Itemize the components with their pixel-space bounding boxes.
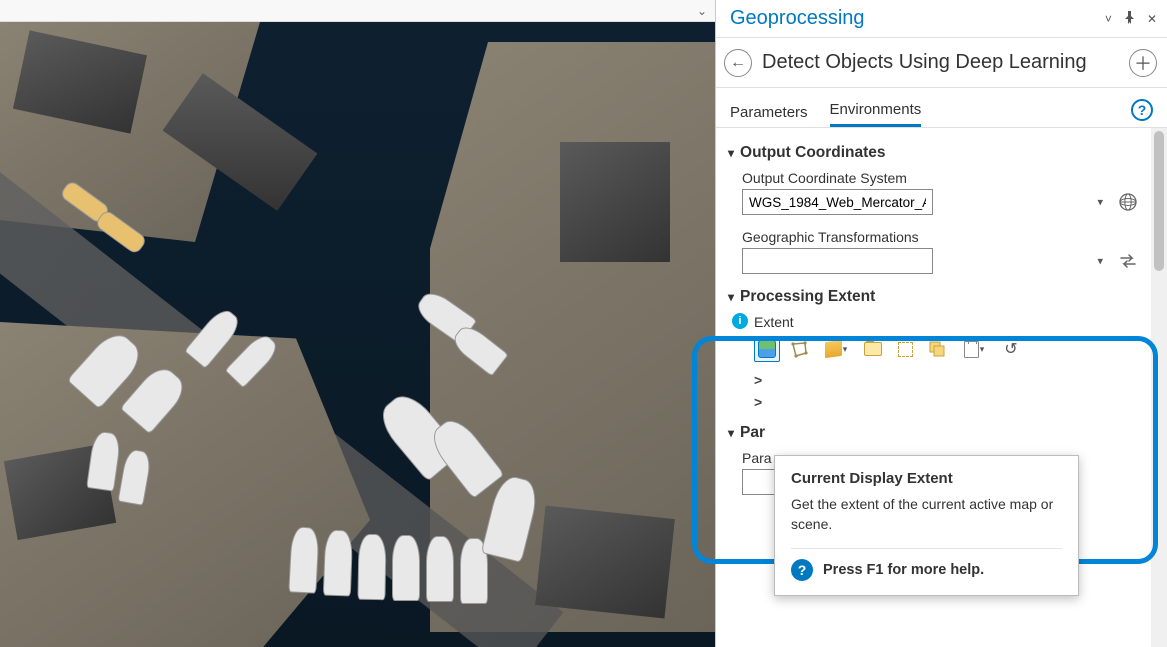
add-button[interactable]: ＋ (1129, 49, 1157, 77)
extent-label: Extent (754, 314, 794, 330)
tab-parameters[interactable]: Parameters (730, 104, 808, 127)
chevron-down-icon: ▾ (843, 344, 848, 355)
transform-swap-icon[interactable] (1117, 250, 1139, 272)
scrollbar-thumb[interactable] (1154, 131, 1164, 271)
dropdown-caret-icon[interactable]: ▾ (1097, 255, 1103, 268)
section-parallel-label: Par (740, 424, 765, 442)
dropdown-caret-icon[interactable]: ▾ (1097, 196, 1103, 209)
chevron-right-icon: > (754, 372, 762, 388)
map-header: ⌄ (0, 0, 715, 22)
chevron-down-icon: ▾ (980, 344, 985, 355)
clipboard-extent-button[interactable]: ▾ (956, 336, 992, 362)
tooltip-body: Get the extent of the current active map… (791, 495, 1062, 534)
chevron-down-icon: ▾ (728, 290, 734, 304)
arrow-left-icon: ← (730, 54, 746, 72)
map-menu-chevron-icon[interactable]: ⌄ (697, 4, 707, 18)
section-processing-extent-label: Processing Extent (740, 288, 875, 306)
panel-collapse-icon[interactable]: ˅ (1105, 12, 1112, 26)
plus-icon: ＋ (1134, 50, 1152, 76)
geographic-transformations-input[interactable] (742, 248, 933, 274)
info-icon[interactable]: i (732, 313, 748, 329)
panel-pin-icon[interactable] (1124, 11, 1135, 27)
chevron-right-icon: > (754, 394, 762, 410)
map-viewport[interactable] (0, 22, 715, 647)
extent-toolbar: ▾ ▾ ↺ (754, 336, 1139, 362)
section-parallel[interactable]: ▾ Par (728, 424, 1139, 442)
map-viewport-container: ⌄ (0, 0, 715, 647)
undo-icon: ↺ (1004, 339, 1017, 359)
panel-title: Geoprocessing (730, 7, 1105, 30)
extent-of-layer-button[interactable]: ▾ (818, 336, 854, 362)
globe-icon[interactable] (1117, 191, 1139, 213)
help-icon[interactable]: ? (1131, 99, 1153, 121)
clipboard-icon (964, 341, 979, 358)
section-output-coordinates-label: Output Coordinates (740, 144, 886, 162)
draw-extent-button[interactable] (786, 336, 812, 362)
chevron-down-icon: ▾ (728, 426, 734, 440)
polygon-icon (791, 341, 808, 358)
vertical-scrollbar[interactable] (1151, 128, 1167, 647)
current-display-extent-button[interactable] (754, 336, 780, 362)
geoprocessing-panel: Geoprocessing ˅ ✕ ← Detect Objects Using… (715, 0, 1167, 647)
reset-extent-button[interactable]: ↺ (998, 336, 1024, 362)
section-processing-extent[interactable]: ▾ Processing Extent (728, 288, 1139, 306)
tooltip-title: Current Display Extent (791, 470, 1062, 487)
panel-close-icon[interactable]: ✕ (1147, 12, 1157, 26)
tabs: Parameters Environments ? (716, 88, 1167, 128)
union-icon (929, 341, 945, 357)
tool-header: ← Detect Objects Using Deep Learning ＋ (716, 38, 1167, 88)
panel-title-bar: Geoprocessing ˅ ✕ (716, 0, 1167, 38)
section-output-coordinates[interactable]: ▾ Output Coordinates (728, 144, 1139, 162)
extent-row-2[interactable]: > (754, 394, 1139, 410)
layer-icon (825, 340, 842, 358)
tab-environments[interactable]: Environments (830, 101, 922, 127)
output-coordinate-system-label: Output Coordinate System (742, 170, 1139, 186)
chevron-down-icon: ▾ (728, 146, 734, 160)
back-button[interactable]: ← (724, 49, 752, 77)
extent-row-1[interactable]: > (754, 372, 1139, 388)
folder-icon (864, 342, 882, 356)
tooltip: Current Display Extent Get the extent of… (774, 455, 1079, 596)
tool-name: Detect Objects Using Deep Learning (762, 51, 1119, 74)
geographic-transformations-label: Geographic Transformations (742, 229, 1139, 245)
help-question-icon: ? (791, 559, 813, 581)
display-extent-icon (758, 340, 776, 358)
tooltip-help: Press F1 for more help. (823, 562, 984, 578)
union-extent-button[interactable] (924, 336, 950, 362)
browse-extent-button[interactable] (860, 336, 886, 362)
selection-extent-button[interactable] (892, 336, 918, 362)
output-coordinate-system-input[interactable] (742, 189, 933, 215)
selection-icon (898, 342, 913, 357)
